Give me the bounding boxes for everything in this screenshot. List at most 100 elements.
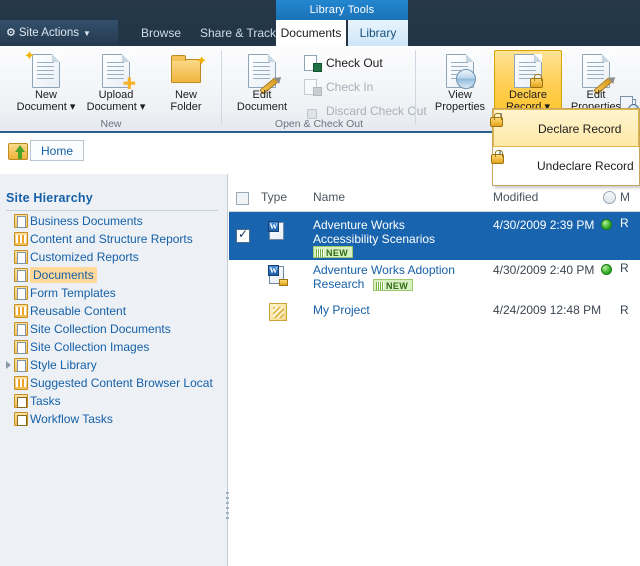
table-row[interactable]: My Project 4/24/2009 12:48 PM R [229, 298, 640, 328]
site-hierarchy-panel: Site Hierarchy Business Documents Conten… [0, 174, 228, 566]
check-out-button[interactable]: Check Out [302, 52, 383, 74]
upload-document-icon: ✚ [102, 54, 136, 93]
sidebar-item-site-collection-documents[interactable]: Site Collection Documents [0, 320, 228, 338]
menu-item-declare-record[interactable]: Declare Record [490, 109, 639, 147]
select-all-checkbox[interactable] [236, 192, 249, 205]
new-document-button[interactable]: ✦ New Document ▾ [12, 49, 80, 116]
list-icon [14, 304, 28, 318]
sidebar-item-documents[interactable]: Documents [0, 266, 228, 284]
row-modified: 4/24/2009 12:48 PM [493, 303, 602, 317]
task-list-icon [14, 412, 28, 426]
check-in-label: Check In [326, 80, 374, 94]
column-sort-indicator-icon[interactable] [603, 191, 616, 204]
new-document-label-line2: Document [16, 101, 67, 113]
row-status: R [620, 261, 629, 275]
column-header-type[interactable]: Type [261, 190, 287, 204]
row-checkbox[interactable] [236, 227, 250, 243]
ribbon-group-new: ✦ New Document ▾ ✚ Upload Document ▾ ✦ N… [0, 46, 222, 132]
check-out-icon [304, 55, 322, 72]
row-name-line1[interactable]: My Project [313, 303, 370, 318]
new-document-label-line1: New [34, 89, 57, 101]
word-document-checked-out-icon: W [268, 265, 288, 286]
row-name-line1[interactable]: Adventure Works Adoption [313, 263, 455, 278]
discard-check-out-label: Discard Check Out [326, 104, 427, 118]
upload-document-button[interactable]: ✚ Upload Document ▾ [82, 50, 150, 116]
edit-document-label-line1: Edit [252, 89, 272, 101]
new-document-icon: ✦ [24, 49, 60, 88]
edit-properties-icon [582, 54, 613, 95]
column-header-modified[interactable]: Modified [493, 190, 538, 204]
new-folder-icon: ✦ [171, 54, 207, 83]
sidebar-item-workflow-tasks[interactable]: Workflow Tasks [0, 410, 228, 428]
row-modified: 4/30/2009 2:40 PM [493, 263, 595, 277]
divider [6, 210, 218, 211]
sidebar-item-label: Style Library [30, 358, 97, 372]
row-name-line2[interactable]: Accessibility Scenarios [313, 232, 435, 247]
view-properties-button[interactable]: View Properties [426, 50, 494, 116]
column-header-name[interactable]: Name [313, 190, 345, 204]
site-actions-label: Site Actions [18, 27, 79, 39]
edit-document-button[interactable]: Edit Document [228, 50, 296, 116]
sidebar-item-label: Site Collection Images [30, 340, 150, 354]
sidebar-item-suggested-content-browser-locations[interactable]: Suggested Content Browser Locat [0, 374, 228, 392]
table-row[interactable]: W Adventure Works Adoption Research NEW … [229, 260, 640, 298]
sidebar-item-site-collection-images[interactable]: Site Collection Images [0, 338, 228, 356]
column-header-status[interactable]: M [620, 190, 630, 204]
status-badge: NEW [373, 279, 414, 291]
tab-share-and-track[interactable]: Share & Track [192, 20, 284, 46]
tab-library[interactable]: Library [348, 20, 408, 46]
site-hierarchy-tree: Business Documents Content and Structure… [0, 212, 228, 428]
menu-item-undeclare-record[interactable]: Undeclare Record [491, 147, 639, 185]
view-properties-label-line2: Properties [434, 101, 486, 113]
declare-record-button[interactable]: Declare Record ▾ [494, 50, 562, 116]
sidebar-item-content-and-structure-reports[interactable]: Content and Structure Reports [0, 230, 228, 248]
contextual-tab-group-library-tools: Library Tools [276, 0, 408, 20]
sidebar-item-label: Reusable Content [30, 304, 127, 318]
breadcrumb-home-button[interactable]: Home [30, 140, 85, 161]
edit-properties-label-line1: Edit [586, 89, 606, 101]
sidebar-item-reusable-content[interactable]: Reusable Content [0, 302, 228, 320]
tab-browse[interactable]: Browse [130, 20, 192, 46]
tab-documents[interactable]: Documents [276, 20, 346, 46]
page-title: Site Hierarchy [6, 191, 93, 205]
menu-item-declare-record-label: Declare Record [538, 122, 622, 136]
sidebar-item-style-library[interactable]: Style Library [0, 356, 228, 374]
upload-document-label-line2: Document [86, 101, 137, 113]
document-list: Type Name Modified M W Adventure Works A… [229, 174, 640, 566]
new-folder-button[interactable]: ✦ New Folder [152, 50, 220, 116]
new-folder-label-line2: Folder [170, 101, 202, 113]
site-actions-menu[interactable]: ⚙ Site Actions ▼ [0, 20, 118, 46]
declare-record-label-line1: Declare [509, 89, 547, 101]
document-library-icon [14, 268, 28, 282]
sidebar-item-business-documents[interactable]: Business Documents [0, 212, 228, 230]
row-status: R [620, 303, 629, 317]
sidebar-item-label: Form Templates [30, 286, 116, 300]
check-out-label: Check Out [326, 56, 383, 70]
go-up-icon[interactable] [8, 143, 28, 160]
project-document-icon [269, 303, 287, 321]
ribbon-group-label-open-check-out: Open & Check Out [274, 118, 364, 130]
row-modified: 4/30/2009 2:39 PM [493, 218, 595, 232]
sidebar-item-form-templates[interactable]: Form Templates [0, 284, 228, 302]
view-properties-label-line1: View [448, 89, 472, 101]
expand-triangle-icon[interactable] [6, 361, 11, 369]
view-properties-icon [446, 54, 476, 89]
edit-document-label-line2: Document [236, 101, 288, 113]
sidebar-item-customized-reports[interactable]: Customized Reports [0, 248, 228, 266]
check-in-button: Check In [302, 76, 373, 98]
table-row[interactable]: W Adventure Works Accessibility Scenario… [229, 212, 640, 260]
sidebar-item-label: Workflow Tasks [30, 412, 113, 426]
row-name-line2[interactable]: Research [313, 277, 364, 292]
row-status: R [620, 216, 629, 230]
sharepoint-page: Library Tools ⚙ Site Actions ▼ Browse Shar… [0, 0, 640, 566]
chevron-down-icon: ▼ [82, 29, 91, 38]
ribbon-group-open-check-out: Edit Document Check Out Check In Discard… [222, 46, 427, 132]
sidebar-item-label: Site Collection Documents [30, 322, 171, 336]
new-folder-label-line1: New [174, 89, 197, 101]
discard-check-out-icon [304, 103, 320, 119]
sidebar-item-tasks[interactable]: Tasks [0, 392, 228, 410]
row-name-line1[interactable]: Adventure Works [313, 218, 405, 233]
declare-record-dropdown-menu: Declare Record Undeclare Record [490, 108, 640, 186]
document-library-icon [14, 340, 28, 354]
gear-icon: ⚙ [6, 27, 16, 39]
